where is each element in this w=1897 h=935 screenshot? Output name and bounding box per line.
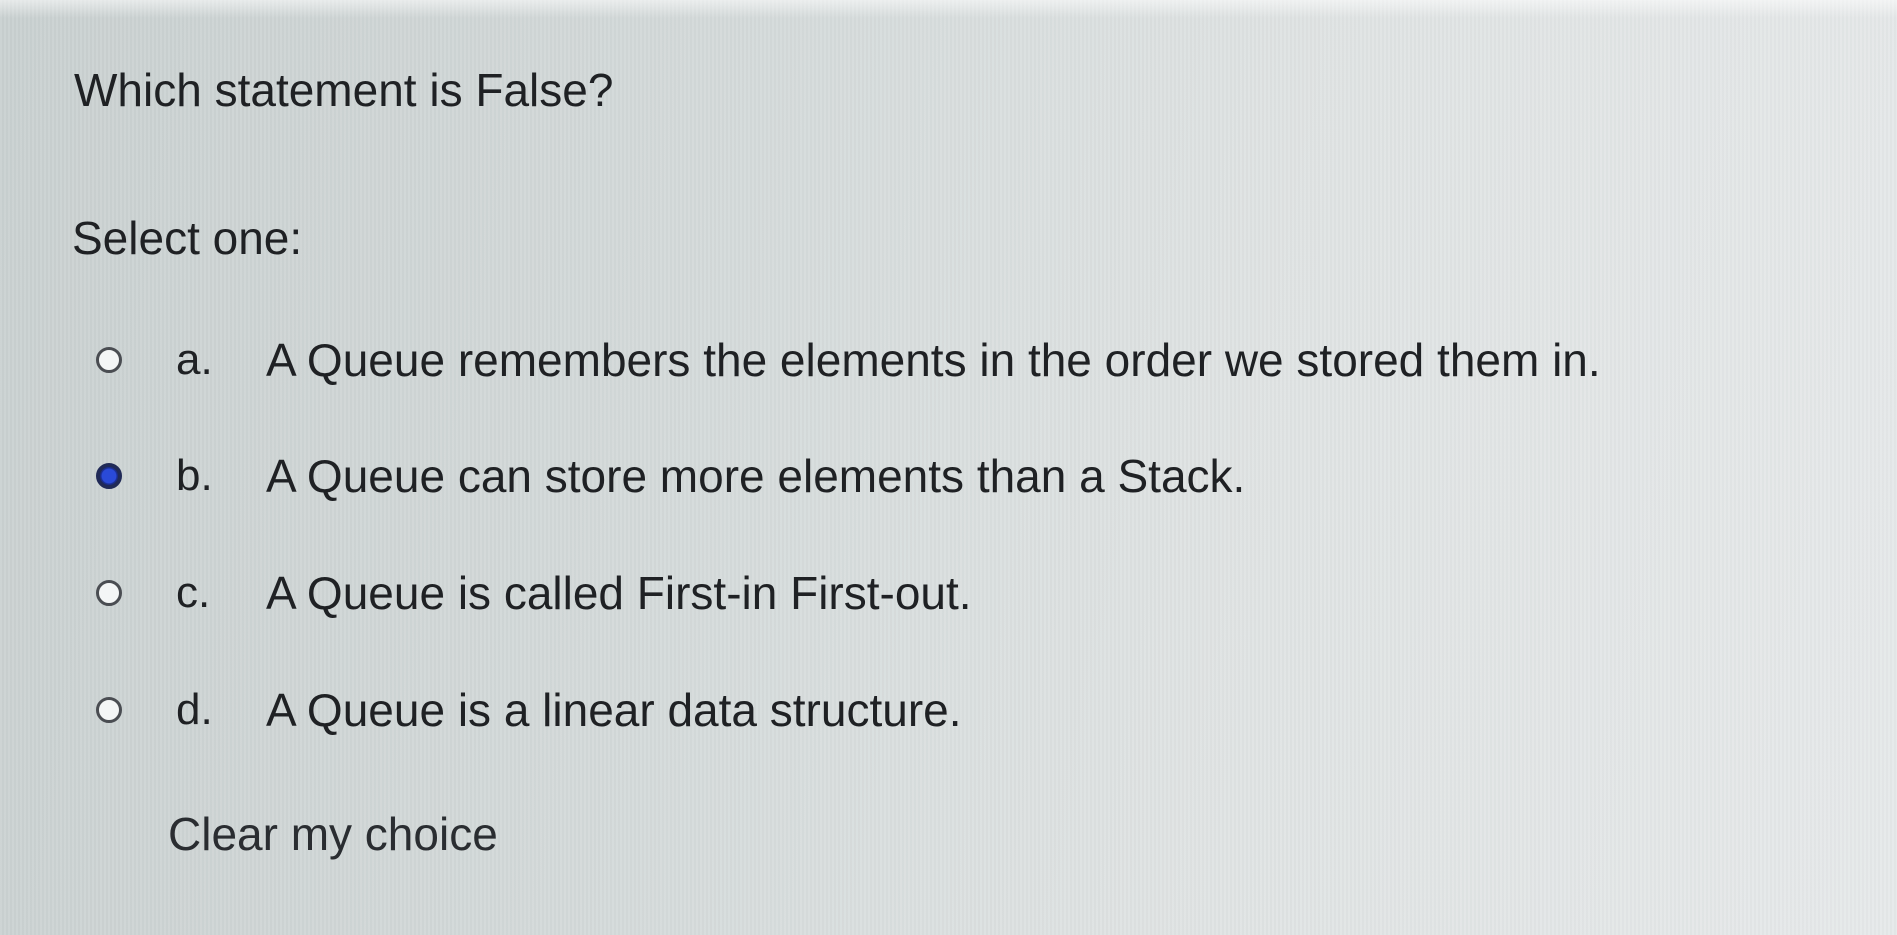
radio-button-b[interactable]: [96, 463, 122, 489]
answer-letter-c: c.: [176, 568, 211, 617]
answer-text-b: A Queue can store more elements than a S…: [266, 450, 1246, 502]
answer-option-b[interactable]: b. A Queue can store more elements than …: [96, 444, 1245, 508]
radio-button-c[interactable]: [96, 580, 122, 606]
radio-button-a[interactable]: [96, 347, 122, 373]
question-container: Which statement is False? Select one: a.…: [0, 0, 1897, 935]
answer-option-c[interactable]: c. A Queue is called First-in First-out.: [96, 561, 972, 625]
clear-my-choice-link[interactable]: Clear my choice: [168, 806, 498, 862]
answer-letter-a: a.: [176, 335, 213, 384]
answer-text-d: A Queue is a linear data structure.: [266, 684, 962, 736]
answer-letter-b: b.: [176, 451, 213, 500]
question-text: Which statement is False?: [74, 64, 614, 116]
select-one-prompt: Select one:: [72, 212, 303, 264]
answer-option-a[interactable]: a. A Queue remembers the elements in the…: [96, 328, 1601, 392]
answer-text-c: A Queue is called First-in First-out.: [266, 567, 972, 619]
radio-button-d[interactable]: [96, 697, 122, 723]
answer-text-a: A Queue remembers the elements in the or…: [266, 334, 1601, 386]
answer-letter-d: d.: [176, 685, 213, 734]
answer-option-d[interactable]: d. A Queue is a linear data structure.: [96, 678, 962, 742]
